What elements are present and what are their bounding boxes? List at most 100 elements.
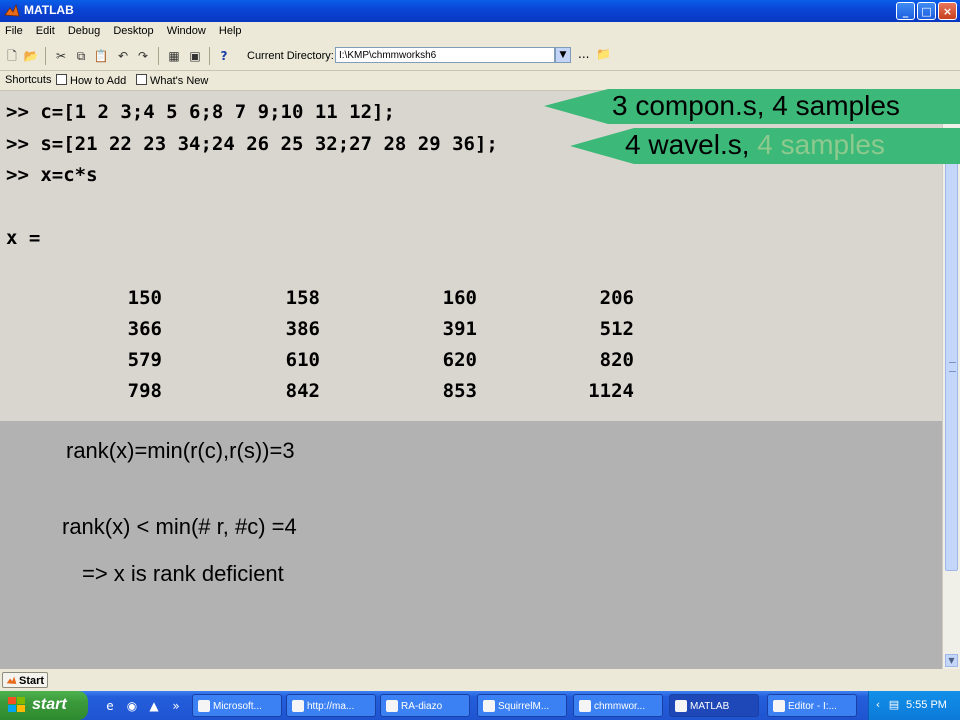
browser-icon[interactable]: ◉	[124, 698, 140, 714]
editor-icon	[773, 700, 785, 712]
cut-icon[interactable]: ✂	[53, 48, 69, 64]
matlab-logo-icon	[6, 676, 17, 684]
matlab-logo-icon	[675, 700, 687, 712]
start-button[interactable]: start	[0, 691, 88, 720]
ie-icon[interactable]: e	[102, 698, 118, 714]
windows-flag-icon	[8, 697, 25, 712]
menu-file[interactable]: File	[0, 22, 28, 37]
callout-second-faded: 4 samples	[757, 129, 885, 160]
matlab-start-row: Start	[0, 669, 960, 691]
folder-icon	[386, 700, 398, 712]
help-icon[interactable]: ?	[216, 48, 232, 64]
start-label: start	[32, 696, 67, 713]
undo-icon[interactable]: ↶	[115, 48, 131, 64]
matlab-quicklaunch-icon[interactable]: ▲	[146, 698, 162, 714]
scroll-down-icon[interactable]: ▼	[945, 654, 958, 667]
matrix-cell: 366	[127, 318, 162, 340]
menu-debug[interactable]: Debug	[63, 22, 105, 37]
vertical-scrollbar[interactable]: ▼	[942, 91, 960, 669]
task-label: RA-diazo	[401, 701, 443, 712]
task-ra-diazo[interactable]: RA-diazo	[380, 694, 470, 717]
task-label: MATLAB	[690, 701, 730, 712]
simulink-icon[interactable]: ▦	[166, 48, 182, 64]
task-chmmwor[interactable]: chmmwor...	[573, 694, 663, 717]
command-line: >> c=[1 2 3;4 5 6;8 7 9;10 11 12];	[6, 101, 395, 123]
task-matlab[interactable]: MATLAB	[669, 694, 759, 717]
matrix-cell: 158	[285, 287, 320, 309]
how-to-add-label: How to Add	[70, 75, 127, 87]
folder-icon	[579, 700, 591, 712]
guide-icon[interactable]: ▣	[187, 48, 203, 64]
current-directory-field[interactable]: I:\KMP\chmmworksh6	[335, 47, 555, 63]
matlab-start-label: Start	[19, 675, 45, 687]
matlab-logo-icon	[4, 3, 20, 17]
task-http[interactable]: http://ma...	[286, 694, 376, 717]
output-label: x =	[6, 227, 41, 249]
browse-button[interactable]: ...	[578, 47, 589, 61]
rank-inequality: rank(x) < min(# r, #c) =4	[62, 514, 297, 539]
up-folder-icon[interactable]: 📁	[596, 47, 612, 63]
matrix-cell: 386	[285, 318, 320, 340]
matrix-cell: 620	[442, 349, 477, 371]
shortcut-icon	[136, 74, 147, 85]
rank-equation: rank(x)=min(r(c),r(s))=3	[66, 438, 295, 463]
open-folder-icon[interactable]: 📂	[23, 48, 39, 64]
window-title: MATLAB	[24, 3, 74, 17]
current-directory-label: Current Directory:	[247, 50, 334, 62]
paste-icon[interactable]: 📋	[93, 48, 109, 64]
task-label: http://ma...	[307, 701, 355, 712]
matrix-cell: 610	[285, 349, 320, 371]
toolbar-separator	[45, 47, 46, 65]
task-label: chmmwor...	[594, 701, 646, 712]
minimize-button[interactable]: _	[896, 2, 915, 20]
scrollbar-thumb[interactable]	[945, 161, 958, 571]
whats-new-link[interactable]: What's New	[136, 74, 208, 87]
shortcut-icon	[56, 74, 67, 85]
matrix-cell: 820	[599, 349, 634, 371]
matlab-start-button[interactable]: Start	[2, 672, 48, 688]
grip-icon	[949, 362, 956, 372]
matrix-cell: 150	[127, 287, 162, 309]
matrix-cell: 842	[285, 380, 320, 402]
network-icon[interactable]: ▤	[887, 698, 901, 712]
new-file-icon[interactable]: 🗋	[4, 48, 20, 64]
matrix-cell: 853	[442, 380, 477, 402]
toolbar-separator	[209, 47, 210, 65]
title-bar: MATLAB _ □ ×	[0, 0, 960, 22]
menu-edit[interactable]: Edit	[31, 22, 60, 37]
task-label: Microsoft...	[213, 701, 262, 712]
shortcuts-label[interactable]: Shortcuts	[5, 74, 51, 86]
matrix-cell: 391	[442, 318, 477, 340]
chevron-down-icon[interactable]: ▼	[555, 47, 571, 63]
menu-help[interactable]: Help	[214, 22, 247, 37]
how-to-add-link[interactable]: How to Add	[56, 74, 126, 87]
callout-first-text: 3 compon.s, 4 samples	[612, 90, 900, 121]
task-label: SquirrelM...	[498, 701, 550, 712]
maximize-button[interactable]: □	[917, 2, 936, 20]
callout-second-text: 4 wavel.s, 4 samples	[625, 129, 885, 161]
task-squirrelm[interactable]: SquirrelM...	[477, 694, 567, 717]
callout-second-main: 4 wavel.s,	[625, 129, 758, 160]
clock[interactable]: 5:55 PM	[906, 699, 947, 711]
command-line: >> s=[21 22 23 34;24 26 25 32;27 28 29 3…	[6, 133, 498, 155]
notes-panel: rank(x)=min(r(c),r(s))=3 rank(x) < min(#…	[0, 421, 942, 669]
redo-icon[interactable]: ↷	[135, 48, 151, 64]
menu-desktop[interactable]: Desktop	[108, 22, 158, 37]
chevron-right-icon[interactable]: »	[168, 698, 184, 714]
matrix-cell: 160	[442, 287, 477, 309]
toolbar-separator	[158, 47, 159, 65]
task-editor[interactable]: Editor - I:...	[767, 694, 857, 717]
taskbar: start e ◉ ▲ » Microsoft... http://ma... …	[0, 691, 960, 720]
powerpoint-icon	[198, 700, 210, 712]
toolbar: 🗋 📂 ✂ ⧉ 📋 ↶ ↷ ▦ ▣ ? Current Directory: I…	[0, 42, 960, 71]
close-button[interactable]: ×	[938, 2, 957, 20]
task-microsoft[interactable]: Microsoft...	[192, 694, 282, 717]
matrix-cell: 512	[599, 318, 634, 340]
command-line: >> x=c*s	[6, 164, 98, 186]
menu-window[interactable]: Window	[162, 22, 211, 37]
matrix-cell: 798	[127, 380, 162, 402]
menu-bar: File Edit Debug Desktop Window Help	[0, 22, 960, 42]
copy-icon[interactable]: ⧉	[73, 48, 89, 64]
chevron-left-icon[interactable]: ‹	[871, 698, 885, 712]
task-label: Editor - I:...	[788, 701, 837, 712]
